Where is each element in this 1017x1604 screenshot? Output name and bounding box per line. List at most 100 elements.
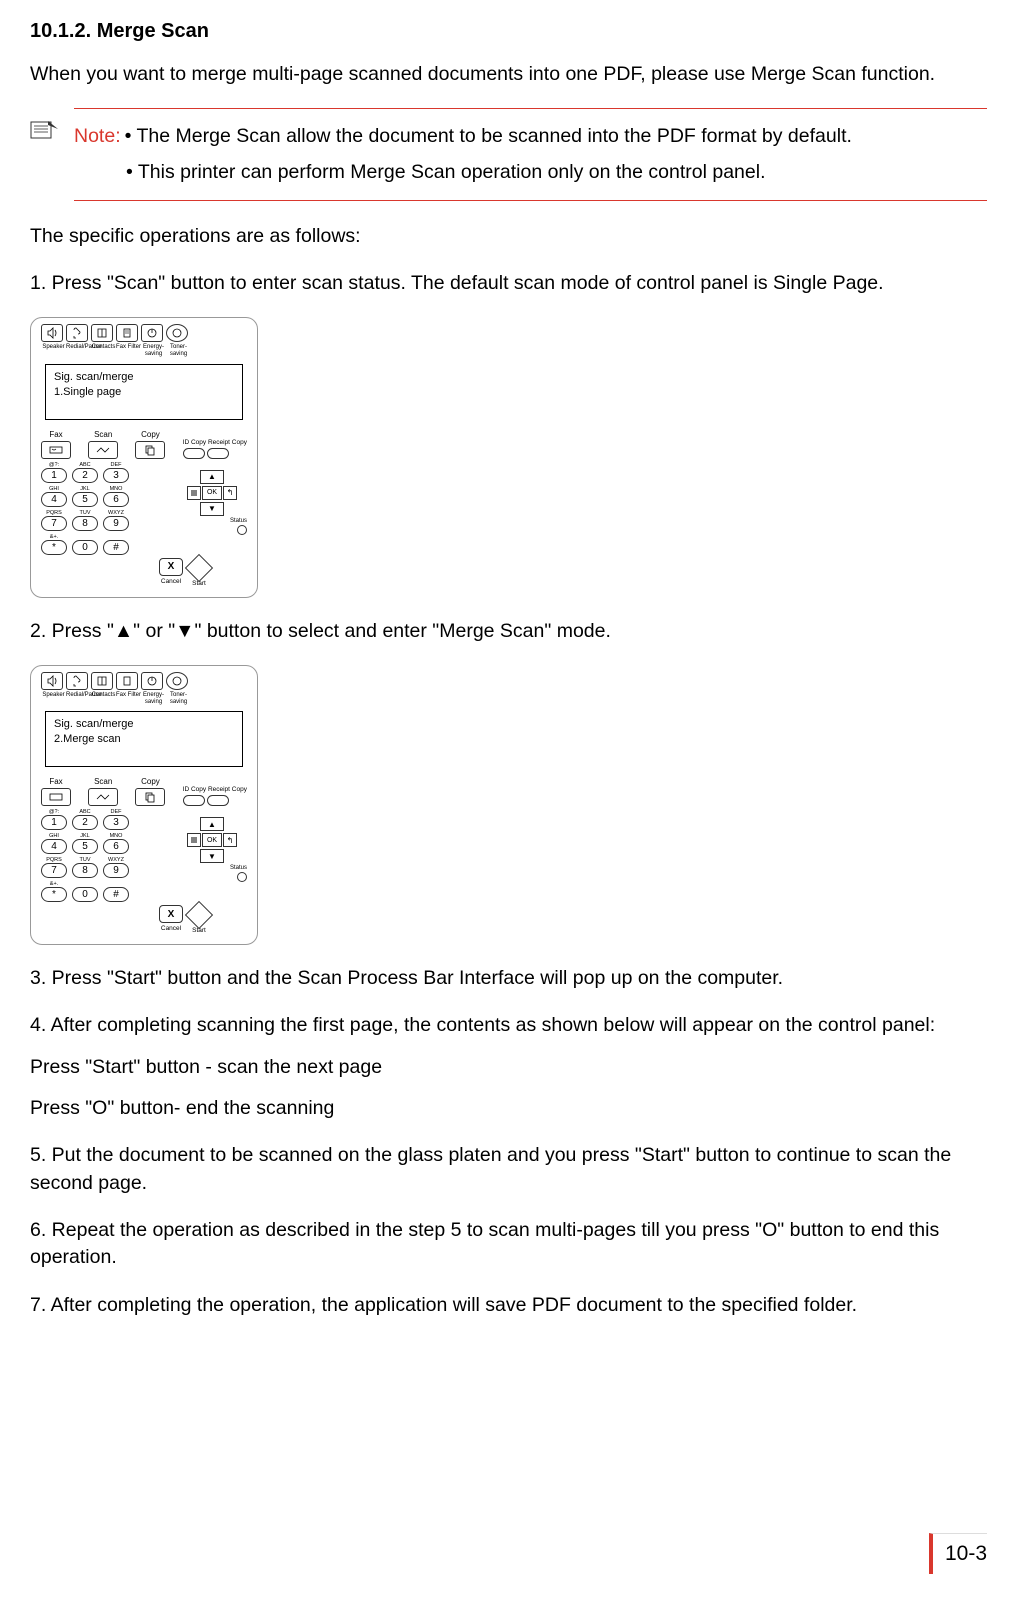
key-star: * [41, 887, 67, 902]
nav-back-button: ↰ [223, 833, 237, 847]
icon-label: Speaker [41, 344, 66, 357]
lcd-screen: Sig. scan/merge 2.Merge scan [45, 711, 243, 767]
key-label [72, 534, 98, 540]
key-4: 4 [41, 492, 67, 507]
key-label: GHI [41, 486, 67, 492]
cancel-button: X [159, 558, 183, 576]
key-hash: # [103, 887, 129, 902]
key-4: 4 [41, 839, 67, 854]
contacts-icon [91, 672, 113, 690]
icon-label: Speaker [41, 692, 66, 705]
ok-button: OK [202, 486, 222, 500]
id-copy-button [183, 448, 205, 459]
lcd-line2: 1.Single page [54, 386, 234, 398]
key-label: TUV [72, 510, 98, 516]
key-label: @?: [41, 462, 67, 468]
fax-button [41, 441, 71, 459]
key-label [103, 534, 129, 540]
lcd-line2: 2.Merge scan [54, 733, 234, 745]
note-box: Note: • The Merge Scan allow the documen… [74, 108, 987, 201]
ops-intro: The specific operations are as follows: [30, 223, 987, 250]
note-label: Note: [74, 123, 121, 150]
redial-icon [66, 324, 88, 342]
key-label: MNO [103, 486, 129, 492]
key-3: 3 [103, 815, 129, 830]
icon-label: Fax Filter [116, 692, 141, 705]
mode-label: Scan [94, 777, 112, 786]
key-8: 8 [72, 863, 98, 878]
key-star: * [41, 540, 67, 555]
nav-back-button: ↰ [223, 486, 237, 500]
copy-buttons-label: ID Copy Receipt Copy [183, 439, 247, 446]
step-4a: Press "Start" button - scan the next pag… [30, 1054, 987, 1081]
nav-menu-button [187, 486, 201, 500]
note-bullet-1: • The Merge Scan allow the document to b… [125, 123, 987, 150]
receipt-copy-button [207, 448, 229, 459]
scan-button [88, 788, 118, 806]
step-3: 3. Press "Start" button and the Scan Pro… [30, 965, 987, 992]
key-2: 2 [72, 468, 98, 483]
key-8: 8 [72, 516, 98, 531]
copy-button [135, 441, 165, 459]
key-5: 5 [72, 839, 98, 854]
numeric-keypad: @?:ABCDEF 123 GHIJKLMNO 456 PQRSTUVWXYZ … [41, 809, 171, 905]
ok-button: OK [202, 833, 222, 847]
intro-paragraph: When you want to merge multi-page scanne… [30, 61, 987, 88]
mode-label: Fax [49, 777, 62, 786]
control-panel-figure-2: Speaker Redial/Pause Contacts Fax Filter… [30, 665, 258, 945]
redial-icon [66, 672, 88, 690]
speaker-icon [41, 672, 63, 690]
icon-label: Energy-saving [141, 692, 166, 705]
lcd-screen: Sig. scan/merge 1.Single page [45, 364, 243, 420]
start-button [185, 554, 213, 582]
nav-down-button: ▼ [200, 502, 224, 516]
key-1: 1 [41, 468, 67, 483]
key-2: 2 [72, 815, 98, 830]
note-bullet-2: • This printer can perform Merge Scan op… [74, 159, 987, 186]
mode-label: Copy [141, 777, 160, 786]
icon-label: Redial/Pause [66, 692, 91, 705]
key-6: 6 [103, 839, 129, 854]
step-4: 4. After completing scanning the first p… [30, 1012, 987, 1039]
mode-label: Scan [94, 430, 112, 439]
step-5: 5. Put the document to be scanned on the… [30, 1142, 987, 1197]
key-7: 7 [41, 863, 67, 878]
key-0: 0 [72, 887, 98, 902]
nav-pad: ▲ OK ↰ ▼ Status [177, 809, 247, 905]
key-9: 9 [103, 863, 129, 878]
lcd-line1: Sig. scan/merge [54, 718, 234, 730]
key-0: 0 [72, 540, 98, 555]
status-label: Status [177, 518, 247, 524]
step-1: 1. Press "Scan" button to enter scan sta… [30, 270, 987, 297]
scan-button [88, 441, 118, 459]
cancel-label: Cancel [159, 578, 183, 585]
copy-button [135, 788, 165, 806]
step-6: 6. Repeat the operation as described in … [30, 1217, 987, 1272]
page-number: 10-3 [929, 1533, 987, 1574]
receipt-copy-button [207, 795, 229, 806]
icon-label: Contacts [91, 344, 116, 357]
icon-label: Redial/Pause [66, 344, 91, 357]
fax-button [41, 788, 71, 806]
cancel-label: Cancel [159, 925, 183, 932]
fax-filter-icon [116, 672, 138, 690]
speaker-icon [41, 324, 63, 342]
energy-saving-icon [141, 324, 163, 342]
mode-label: Fax [49, 430, 62, 439]
nav-down-button: ▼ [200, 849, 224, 863]
icon-label: Energy-saving [141, 344, 166, 357]
key-label: PQRS [41, 510, 67, 516]
energy-saving-icon [141, 672, 163, 690]
icon-label: Toner-saving [166, 692, 191, 705]
id-copy-button [183, 795, 205, 806]
key-label: JKL [72, 486, 98, 492]
mode-label: Copy [141, 430, 160, 439]
nav-pad: ▲ OK ↰ ▼ Status [177, 462, 247, 558]
key-label: WXYZ [103, 510, 129, 516]
key-1: 1 [41, 815, 67, 830]
icon-label: Fax Filter [116, 344, 141, 357]
icon-label: Contacts [91, 692, 116, 705]
control-panel-figure-1: Speaker Redial/Pause Contacts Fax Filter… [30, 317, 258, 597]
nav-up-button: ▲ [200, 817, 224, 831]
toner-saving-icon [166, 672, 188, 690]
